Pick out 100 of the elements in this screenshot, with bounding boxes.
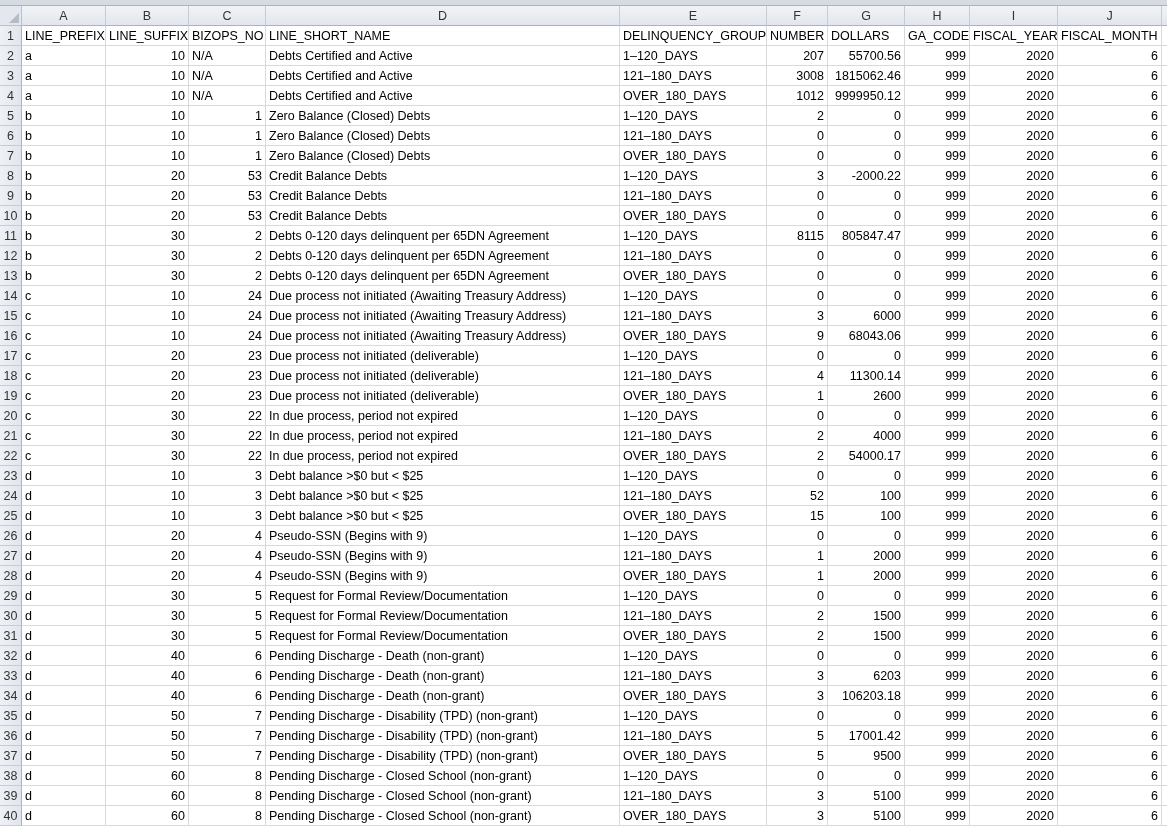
row-header[interactable]: 12: [0, 246, 22, 266]
select-all-corner[interactable]: [0, 6, 22, 26]
row-header[interactable]: 26: [0, 526, 22, 546]
row-header[interactable]: 1: [0, 26, 22, 46]
row-header[interactable]: 29: [0, 586, 22, 606]
table-cell: c: [22, 326, 106, 346]
table-cell: 6: [1058, 446, 1162, 466]
table-cell: Pending Discharge - Disability (TPD) (non-grant): [266, 726, 620, 746]
table-cell: 5: [767, 746, 828, 766]
row-header[interactable]: 3: [0, 66, 22, 86]
row-header[interactable]: 5: [0, 106, 22, 126]
table-cell: 30: [106, 226, 189, 246]
row-header[interactable]: 17: [0, 346, 22, 366]
table-cell: Debts Certified and Active: [266, 46, 620, 66]
row-header[interactable]: 21: [0, 426, 22, 446]
table-cell: 10: [106, 146, 189, 166]
table-cell: 999: [905, 226, 970, 246]
table-cell: 0: [767, 186, 828, 206]
table-cell: Due process not initiated (deliverable): [266, 386, 620, 406]
table-cell: d: [22, 646, 106, 666]
column-header[interactable]: F: [767, 6, 828, 26]
row-header[interactable]: 14: [0, 286, 22, 306]
table-cell: Zero Balance (Closed) Debts: [266, 106, 620, 126]
table-cell: 999: [905, 286, 970, 306]
row-header[interactable]: 8: [0, 166, 22, 186]
row-header[interactable]: 6: [0, 126, 22, 146]
table-cell: d: [22, 626, 106, 646]
table-cell: 2020: [970, 806, 1058, 826]
row-header[interactable]: 10: [0, 206, 22, 226]
header-cell: BIZOPS_NO: [189, 26, 266, 46]
table-cell: 8: [189, 806, 266, 826]
column-header[interactable]: H: [905, 6, 970, 26]
row-header[interactable]: 22: [0, 446, 22, 466]
row-header[interactable]: 32: [0, 646, 22, 666]
table-cell: 2020: [970, 686, 1058, 706]
row-header[interactable]: 30: [0, 606, 22, 626]
row-header[interactable]: 11: [0, 226, 22, 246]
table-cell: Pending Discharge - Disability (TPD) (non-grant): [266, 746, 620, 766]
table-cell: d: [22, 546, 106, 566]
row-header[interactable]: 18: [0, 366, 22, 386]
table-cell: 20: [106, 366, 189, 386]
table-cell: 6: [1058, 286, 1162, 306]
table-cell: 40: [106, 686, 189, 706]
table-cell: 2020: [970, 766, 1058, 786]
table-cell: Due process not initiated (Awaiting Treasury Address): [266, 306, 620, 326]
column-header[interactable]: A: [22, 6, 106, 26]
row-header[interactable]: 34: [0, 686, 22, 706]
row-header[interactable]: 31: [0, 626, 22, 646]
row-header[interactable]: 19: [0, 386, 22, 406]
table-cell: Request for Formal Review/Documentation: [266, 626, 620, 646]
column-header[interactable]: D: [266, 6, 620, 26]
table-cell: 6: [1058, 726, 1162, 746]
row-header[interactable]: 38: [0, 766, 22, 786]
row-header[interactable]: 35: [0, 706, 22, 726]
row-header[interactable]: 13: [0, 266, 22, 286]
row-header[interactable]: 15: [0, 306, 22, 326]
table-cell: Pending Discharge - Closed School (non-grant): [266, 766, 620, 786]
row-header[interactable]: 16: [0, 326, 22, 346]
table-cell: 3: [767, 806, 828, 826]
table-cell: 999: [905, 126, 970, 146]
row-header[interactable]: 27: [0, 546, 22, 566]
column-header[interactable]: C: [189, 6, 266, 26]
column-header[interactable]: J: [1058, 6, 1162, 26]
table-cell: 0: [828, 126, 905, 146]
row-header[interactable]: 39: [0, 786, 22, 806]
row-header[interactable]: 20: [0, 406, 22, 426]
column-header[interactable]: G: [828, 6, 905, 26]
column-header[interactable]: I: [970, 6, 1058, 26]
table-cell: 999: [905, 666, 970, 686]
table-cell: 2020: [970, 526, 1058, 546]
row-header[interactable]: 37: [0, 746, 22, 766]
table-cell: 6: [1058, 486, 1162, 506]
column-header[interactable]: B: [106, 6, 189, 26]
table-cell: d: [22, 726, 106, 746]
table-cell: d: [22, 586, 106, 606]
row-header[interactable]: 36: [0, 726, 22, 746]
column-header[interactable]: E: [620, 6, 767, 26]
table-cell: 6: [1058, 586, 1162, 606]
table-cell: 0: [828, 646, 905, 666]
row-header[interactable]: 25: [0, 506, 22, 526]
table-cell: 2020: [970, 446, 1058, 466]
table-cell: 106203.18: [828, 686, 905, 706]
table-cell: 999: [905, 186, 970, 206]
table-cell: 999: [905, 326, 970, 346]
table-cell: 2: [767, 626, 828, 646]
table-cell: 15: [767, 506, 828, 526]
row-header[interactable]: 23: [0, 466, 22, 486]
row-header[interactable]: 28: [0, 566, 22, 586]
row-header[interactable]: 24: [0, 486, 22, 506]
table-cell: 9500: [828, 746, 905, 766]
row-header[interactable]: 33: [0, 666, 22, 686]
row-header[interactable]: 40: [0, 806, 22, 826]
row-header[interactable]: 2: [0, 46, 22, 66]
row-header[interactable]: 7: [0, 146, 22, 166]
row-header[interactable]: 9: [0, 186, 22, 206]
table-cell: 2020: [970, 706, 1058, 726]
table-cell: Debts 0-120 days delinquent per 65DN Agreement: [266, 266, 620, 286]
table-cell: 2020: [970, 266, 1058, 286]
table-cell: 6: [189, 666, 266, 686]
row-header[interactable]: 4: [0, 86, 22, 106]
